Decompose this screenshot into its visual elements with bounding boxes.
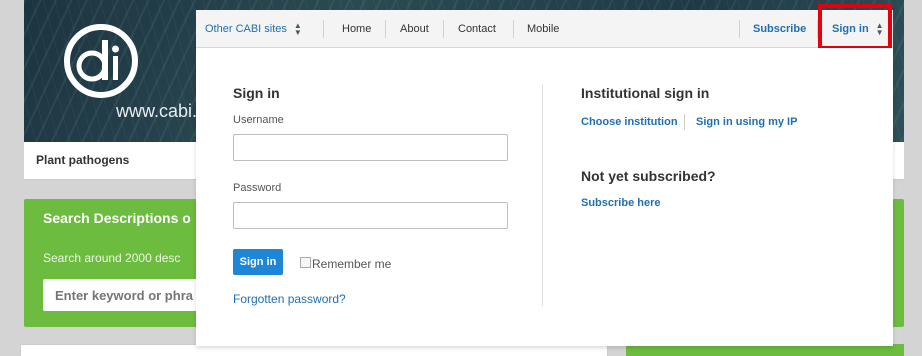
username-label: Username	[233, 114, 284, 126]
nav-divider	[385, 20, 386, 38]
choose-institution-link[interactable]: Choose institution	[581, 116, 678, 128]
link-divider	[684, 114, 685, 130]
other-cabi-sites-dropdown[interactable]: Other CABI sites ▲ ▼	[205, 10, 302, 48]
nav-contact[interactable]: Contact	[458, 10, 496, 48]
updown-arrows-icon: ▲ ▼	[875, 21, 884, 38]
nav-divider	[739, 20, 740, 38]
password-field[interactable]	[233, 202, 508, 229]
nav-home[interactable]: Home	[342, 10, 371, 48]
nav-divider	[513, 20, 514, 38]
nav-divider	[323, 20, 324, 38]
remember-me-label[interactable]: Remember me	[312, 257, 391, 271]
signin-dropdown-label: Sign in	[832, 23, 869, 35]
panel-divider	[542, 84, 543, 306]
not-subscribed-heading: Not yet subscribed?	[581, 168, 716, 184]
signin-button[interactable]: Sign in	[233, 249, 283, 275]
password-label: Password	[233, 182, 282, 194]
nav-mobile[interactable]: Mobile	[527, 10, 559, 48]
signin-heading: Sign in	[233, 85, 280, 101]
breadcrumb[interactable]: Plant pathogens	[36, 153, 129, 167]
forgot-password-link[interactable]: Forgotten password?	[233, 292, 346, 306]
cabi-logo[interactable]	[62, 22, 140, 100]
nav-divider	[817, 20, 818, 38]
updown-arrows-icon: ▲ ▼	[293, 21, 302, 38]
sign-in-ip-link[interactable]: Sign in using my IP	[696, 116, 797, 128]
other-cabi-sites-label: Other CABI sites	[205, 23, 287, 35]
nav-divider	[443, 20, 444, 38]
nav-about[interactable]: About	[400, 10, 429, 48]
institutional-heading: Institutional sign in	[581, 85, 710, 101]
search-title: Search Descriptions o	[43, 210, 191, 226]
username-field[interactable]	[233, 134, 508, 161]
subscribe-link[interactable]: Subscribe	[753, 10, 806, 48]
signin-panel: Sign in Username Password Sign in Rememb…	[196, 48, 893, 346]
signin-dropdown[interactable]: Sign in ▲ ▼	[832, 10, 884, 48]
search-subtitle: Search around 2000 desc	[43, 251, 181, 265]
top-nav-bar: Other CABI sites ▲ ▼ Home About Contact Mo…	[196, 10, 893, 48]
subscribe-here-link[interactable]: Subscribe here	[581, 197, 660, 209]
remember-me-checkbox[interactable]	[300, 257, 311, 268]
search-input[interactable]	[43, 279, 203, 311]
